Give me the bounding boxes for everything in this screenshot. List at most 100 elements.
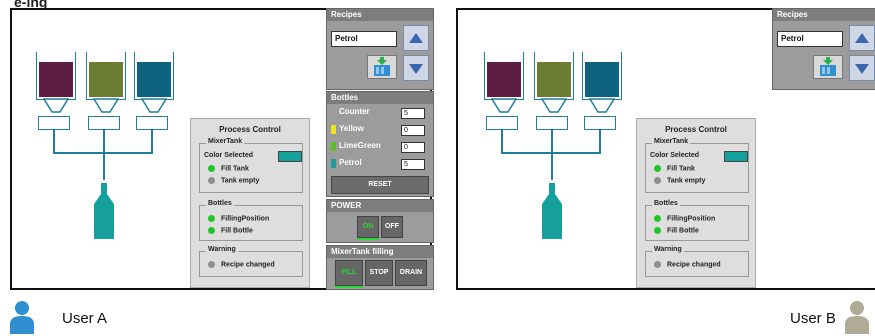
- counter-label: Counter: [339, 107, 370, 116]
- recipe-changed-row: Recipe changed: [654, 261, 721, 268]
- process-control-title: Process Control: [665, 125, 727, 134]
- bottle-icon: [542, 183, 562, 239]
- power-header: POWER: [327, 200, 433, 212]
- warning-group: Warning Recipe changed: [199, 246, 303, 277]
- recipes-header: Recipes: [773, 9, 875, 21]
- fill-button[interactable]: FILL: [335, 260, 363, 286]
- arrow-up-icon: [855, 33, 869, 43]
- limegreen-field[interactable]: 0: [401, 142, 425, 153]
- valve-3[interactable]: [584, 116, 616, 130]
- recipe-input[interactable]: Petrol: [777, 31, 843, 47]
- tank-green: [534, 52, 574, 100]
- process-control-panel: Process Control MixerTank Color Selected…: [190, 118, 310, 288]
- power-on-indicator: [357, 238, 379, 240]
- fill-tank-label: Fill Tank: [667, 165, 695, 173]
- tank-blue: [582, 52, 622, 100]
- bottle-icon: [94, 183, 114, 239]
- recipe-down-button[interactable]: [403, 55, 429, 81]
- pipe: [151, 130, 153, 152]
- yellow-field[interactable]: 0: [401, 125, 425, 136]
- power-on-button[interactable]: ON: [357, 216, 379, 238]
- mixertank-filling-panel: MixerTank filling FILL STOP DRAIN: [326, 245, 434, 290]
- bottles-group-title: Bottles: [206, 200, 234, 207]
- load-recipe-button[interactable]: [813, 55, 843, 79]
- arrow-down-icon: [855, 64, 869, 74]
- bottles-panel: Bottles Counter 5 Yellow 0 LimeGreen 0 P…: [326, 91, 434, 197]
- arrow-up-icon: [409, 33, 423, 43]
- mixertank-group: MixerTank Color Selected Fill Tank Tank …: [645, 138, 749, 193]
- drain-button[interactable]: DRAIN: [395, 260, 427, 286]
- valve-2[interactable]: [88, 116, 120, 130]
- recipe-changed-label: Recipe changed: [221, 261, 275, 269]
- mixertank-group: MixerTank Color Selected Fill Tank Tank …: [199, 138, 303, 193]
- recipe-up-button[interactable]: [403, 25, 429, 51]
- filling-position-row: FillingPosition: [208, 215, 269, 222]
- download-tank-icon: [820, 57, 836, 76]
- color-selected-swatch: [278, 151, 302, 162]
- funnels: [42, 98, 168, 113]
- recipe-changed-row: Recipe changed: [208, 261, 275, 268]
- fill-tank-led: [208, 165, 215, 172]
- power-off-button[interactable]: OFF: [381, 216, 403, 238]
- pipe: [103, 130, 105, 152]
- tank-empty-label: Tank empty: [221, 177, 260, 185]
- petrol-field[interactable]: 5: [401, 159, 425, 170]
- user-b-avatar-icon: [845, 301, 869, 334]
- fill-bottle-label: Fill Bottle: [221, 227, 253, 235]
- load-recipe-button[interactable]: [367, 55, 397, 79]
- recipes-panel: Recipes Petrol: [326, 8, 434, 90]
- filling-position-label: FillingPosition: [667, 215, 716, 223]
- hmi-screen-user-a: Process Control MixerTank Color Selected…: [10, 8, 434, 290]
- process-control-title: Process Control: [219, 125, 281, 134]
- valve-3[interactable]: [136, 116, 168, 130]
- warning-group: Warning Recipe changed: [645, 246, 749, 277]
- stop-button[interactable]: STOP: [365, 260, 393, 286]
- bottles-group-title: Bottles: [652, 200, 680, 207]
- fill-bottle-row: Fill Bottle: [208, 227, 253, 234]
- recipe-up-button[interactable]: [849, 25, 875, 51]
- fill-bottle-led: [654, 227, 661, 234]
- recipe-changed-led: [208, 261, 215, 268]
- tank-blue: [134, 52, 174, 100]
- filling-position-led: [654, 215, 661, 222]
- bottles-group: Bottles FillingPosition Fill Bottle: [645, 200, 749, 241]
- mixertank-filling-header: MixerTank filling: [327, 246, 433, 258]
- user-b-label: User B: [790, 310, 836, 327]
- bottles-header: Bottles: [327, 92, 433, 104]
- pipe: [501, 130, 503, 152]
- fill-tank-row: Fill Tank: [654, 165, 695, 172]
- user-a-avatar-icon: [10, 301, 34, 334]
- arrow-down-icon: [409, 64, 423, 74]
- counter-field[interactable]: 5: [401, 108, 425, 119]
- valve-1[interactable]: [486, 116, 518, 130]
- process-control-panel: Process Control MixerTank Color Selected…: [636, 118, 756, 288]
- pipe: [103, 152, 105, 180]
- recipe-down-button[interactable]: [849, 55, 875, 81]
- funnels: [490, 98, 616, 113]
- filling-position-led: [208, 215, 215, 222]
- valve-2[interactable]: [536, 116, 568, 130]
- pipe: [53, 130, 55, 152]
- valve-1[interactable]: [38, 116, 70, 130]
- tank-empty-led: [208, 177, 215, 184]
- limegreen-swatch: [331, 142, 336, 151]
- filling-position-row: FillingPosition: [654, 215, 715, 222]
- filling-position-label: FillingPosition: [221, 215, 270, 223]
- fill-tank-row: Fill Tank: [208, 165, 249, 172]
- tank-empty-row: Tank empty: [208, 177, 259, 184]
- recipe-input[interactable]: Petrol: [331, 31, 397, 47]
- fill-tank-led: [654, 165, 661, 172]
- yellow-swatch: [331, 125, 336, 134]
- reset-button[interactable]: RESET: [331, 176, 429, 194]
- tank-empty-label: Tank empty: [667, 177, 706, 185]
- fill-indicator: [335, 286, 363, 288]
- recipes-panel: Recipes Petrol: [772, 8, 875, 90]
- pipe: [599, 130, 601, 152]
- warning-group-title: Warning: [206, 246, 238, 253]
- yellow-label: Yellow: [339, 124, 364, 133]
- recipe-changed-label: Recipe changed: [667, 261, 721, 269]
- download-tank-icon: [374, 57, 390, 76]
- pipe: [551, 130, 553, 152]
- warning-group-title: Warning: [652, 246, 684, 253]
- fill-bottle-led: [208, 227, 215, 234]
